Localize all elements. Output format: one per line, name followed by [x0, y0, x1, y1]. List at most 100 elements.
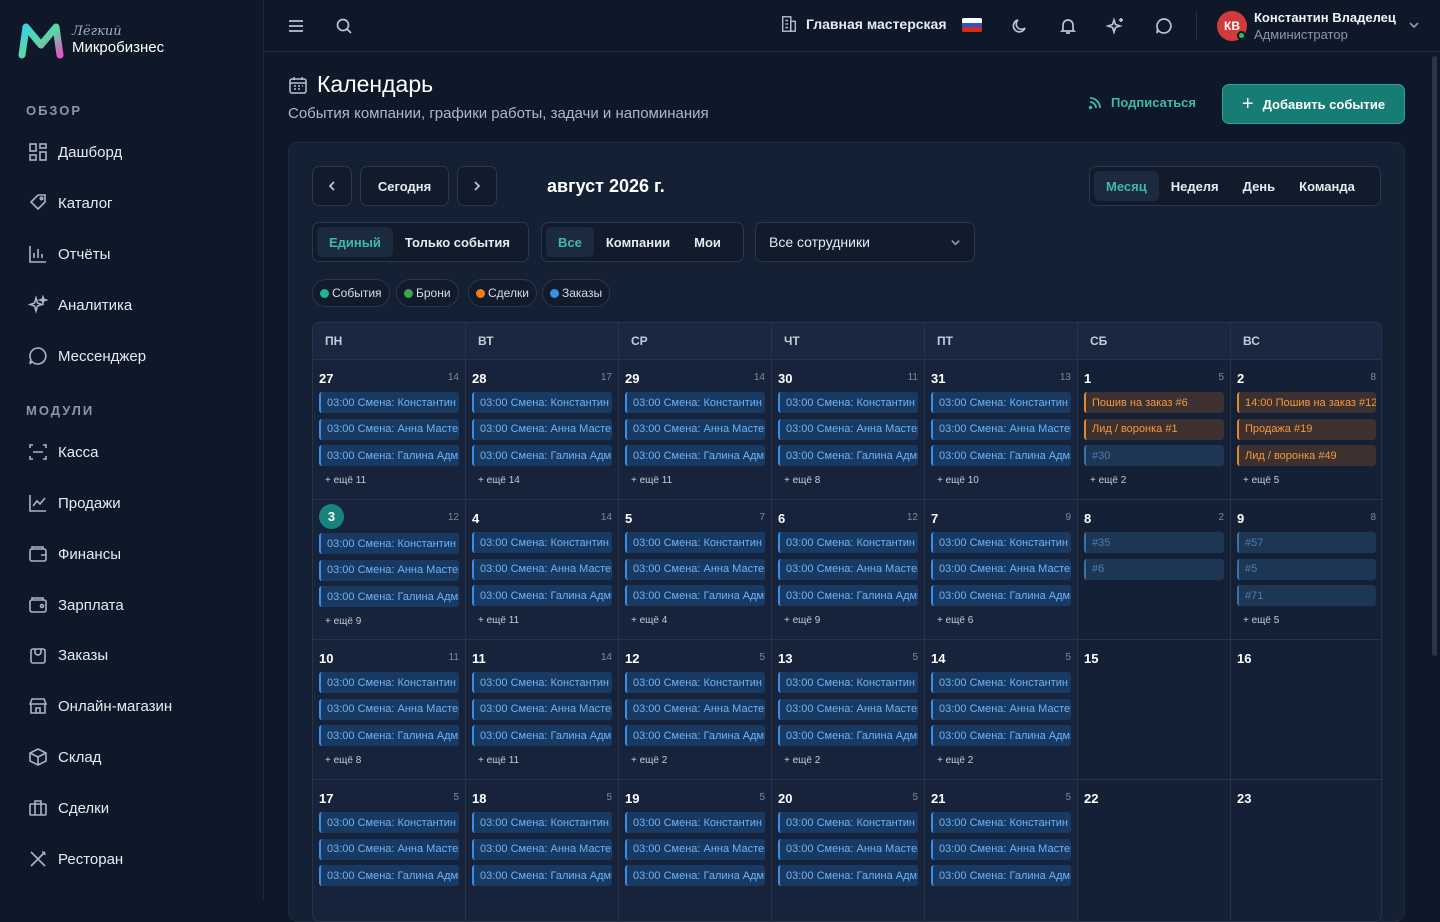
day-cell[interactable]: 10 11 03:00 Смена: Константин 03:00 Смена: …	[313, 640, 466, 780]
sidebar-item-salary[interactable]: Зарплата	[28, 590, 124, 620]
calendar-event[interactable]: 03:00 Смена: Галина Администратор	[931, 445, 1071, 466]
scope-all-tab[interactable]: Все	[546, 227, 594, 257]
add-event-button[interactable]: + Добавить событие	[1222, 84, 1405, 124]
calendar-event[interactable]: 03:00 Смена: Анна Мастер	[625, 838, 765, 860]
view-week-tab[interactable]: Неделя	[1159, 171, 1231, 201]
calendar-event[interactable]: 03:00 Смена: Константин	[931, 532, 1071, 553]
calendar-event[interactable]: Лид / воронка #49	[1237, 445, 1376, 466]
view-day-tab[interactable]: День	[1231, 171, 1288, 201]
day-cell[interactable]: 29 14 03:00 Смена: Константин 03:00 Смена: …	[619, 360, 772, 500]
calendar-event[interactable]: 03:00 Смена: Константин	[472, 812, 612, 833]
calendar-event[interactable]: 14:00 Пошив на заказ #12	[1237, 392, 1376, 413]
calendar-event[interactable]: 03:00 Смена: Галина Администратор	[625, 585, 765, 606]
day-cell[interactable]: 8 2 #35 #6	[1078, 500, 1231, 640]
sidebar-item-messenger[interactable]: Мессенджер	[28, 341, 146, 371]
calendar-event[interactable]: 03:00 Смена: Константин	[319, 392, 459, 413]
legend-chip[interactable]: Брони	[396, 279, 459, 307]
calendar-event[interactable]: 03:00 Смена: Анна Мастер	[472, 418, 612, 440]
calendar-event[interactable]: 03:00 Смена: Константин	[931, 672, 1071, 693]
calendar-event[interactable]: 03:00 Смена: Константин	[319, 672, 459, 693]
day-cell[interactable]: 30 11 03:00 Смена: Константин 03:00 Смена: …	[772, 360, 925, 500]
day-cell[interactable]: 7 9 03:00 Смена: Константин 03:00 Смена: Ан…	[925, 500, 1078, 640]
calendar-event[interactable]: 03:00 Смена: Анна Мастер	[319, 559, 459, 581]
show-more-link[interactable]: + ещё 2	[631, 755, 667, 766]
calendar-event[interactable]: 03:00 Смена: Константин	[778, 812, 918, 833]
show-more-link[interactable]: + ещё 9	[325, 616, 361, 627]
day-cell[interactable]: 28 17 03:00 Смена: Константин 03:00 Смена: …	[466, 360, 619, 500]
show-more-link[interactable]: + ещё 14	[478, 475, 520, 486]
user-name[interactable]: Константин Владелец	[1254, 10, 1396, 25]
bell-icon[interactable]	[1058, 16, 1078, 36]
legend-chip[interactable]: Сделки	[468, 279, 537, 307]
calendar-event[interactable]: 03:00 Смена: Константин	[625, 672, 765, 693]
day-cell[interactable]: 15	[1078, 640, 1231, 780]
calendar-event[interactable]: 03:00 Смена: Константин	[778, 392, 918, 413]
calendar-event[interactable]: 03:00 Смена: Галина Администратор	[319, 865, 459, 886]
calendar-event[interactable]: 03:00 Смена: Галина Администратор	[625, 445, 765, 466]
calendar-event[interactable]: 03:00 Смена: Константин	[778, 672, 918, 693]
mode-unified-tab[interactable]: Единый	[317, 227, 393, 257]
day-cell[interactable]: 3 12 03:00 Смена: Константин 03:00 Смена: А…	[313, 500, 466, 640]
show-more-link[interactable]: + ещё 2	[1090, 475, 1126, 486]
calendar-event[interactable]: #6	[1084, 558, 1224, 580]
day-cell[interactable]: 19 5 03:00 Смена: Константин 03:00 Смена: А…	[619, 780, 772, 921]
show-more-link[interactable]: + ещё 9	[784, 615, 820, 626]
sidebar-item-finance[interactable]: Финансы	[28, 539, 121, 569]
calendar-event[interactable]: #30	[1084, 445, 1224, 466]
calendar-event[interactable]: 03:00 Смена: Анна Мастер	[778, 558, 918, 580]
chat-icon[interactable]	[1154, 16, 1174, 36]
calendar-event[interactable]: 03:00 Смена: Константин	[778, 532, 918, 553]
day-cell[interactable]: 20 5 03:00 Смена: Константин 03:00 Смена: А…	[772, 780, 925, 921]
show-more-link[interactable]: + ещё 8	[325, 755, 361, 766]
legend-chip[interactable]: Заказы	[542, 279, 611, 307]
scope-company-tab[interactable]: Компании	[594, 227, 682, 257]
search-icon[interactable]	[334, 16, 354, 36]
day-cell[interactable]: 13 5 03:00 Смена: Константин 03:00 Смена: А…	[772, 640, 925, 780]
calendar-event[interactable]: 03:00 Смена: Константин	[472, 392, 612, 413]
day-cell[interactable]: 22	[1078, 780, 1231, 921]
calendar-event[interactable]: 03:00 Смена: Константин	[931, 392, 1071, 413]
calendar-event[interactable]: 03:00 Смена: Анна Мастер	[778, 838, 918, 860]
show-more-link[interactable]: + ещё 4	[631, 615, 667, 626]
show-more-link[interactable]: + ещё 2	[784, 755, 820, 766]
calendar-event[interactable]: 03:00 Смена: Константин	[319, 812, 459, 833]
calendar-event[interactable]: 03:00 Смена: Анна Мастер	[625, 418, 765, 440]
next-month-button[interactable]	[457, 166, 497, 206]
calendar-event[interactable]: #35	[1084, 532, 1224, 553]
workspace-selector[interactable]: Главная мастерская	[780, 15, 947, 33]
sidebar-item-analytics[interactable]: Аналитика	[28, 290, 132, 320]
day-cell[interactable]: 14 5 03:00 Смена: Константин 03:00 Смена: А…	[925, 640, 1078, 780]
day-cell[interactable]: 12 5 03:00 Смена: Константин 03:00 Смена: А…	[619, 640, 772, 780]
calendar-event[interactable]: 03:00 Смена: Анна Мастер	[625, 698, 765, 720]
sparkles-icon[interactable]	[1106, 16, 1126, 36]
show-more-link[interactable]: + ещё 5	[1243, 475, 1279, 486]
day-cell[interactable]: 16	[1231, 640, 1381, 780]
language-flag-icon[interactable]	[962, 18, 982, 32]
calendar-event[interactable]: 03:00 Смена: Константин	[625, 532, 765, 553]
sidebar-item-orders[interactable]: Заказы	[28, 640, 108, 670]
day-cell[interactable]: 2 8 14:00 Пошив на заказ #12 Продажа #19 Лид…	[1231, 360, 1381, 500]
legend-chip[interactable]: События	[312, 279, 390, 307]
calendar-event[interactable]: 03:00 Смена: Галина Администратор	[931, 585, 1071, 606]
show-more-link[interactable]: + ещё 6	[937, 615, 973, 626]
calendar-event[interactable]: #71	[1237, 585, 1376, 606]
employee-select[interactable]: Все сотрудники	[755, 222, 975, 262]
calendar-event[interactable]: 03:00 Смена: Анна Мастер	[319, 418, 459, 440]
show-more-link[interactable]: + ещё 5	[1243, 615, 1279, 626]
app-logo[interactable]: Лёгкий Микробизнес	[18, 20, 164, 60]
calendar-event[interactable]: 03:00 Смена: Анна Мастер	[319, 698, 459, 720]
calendar-event[interactable]: 03:00 Смена: Константин	[319, 533, 459, 554]
sidebar-item-online-store[interactable]: Онлайн-магазин	[28, 691, 172, 721]
calendar-event[interactable]: 03:00 Смена: Константин	[931, 812, 1071, 833]
sidebar-item-reports[interactable]: Отчёты	[28, 239, 110, 269]
show-more-link[interactable]: + ещё 2	[937, 755, 973, 766]
calendar-event[interactable]: 03:00 Смена: Анна Мастер	[931, 418, 1071, 440]
calendar-event[interactable]: Пошив на заказ #6	[1084, 392, 1224, 413]
sidebar-item-dashboard[interactable]: Дашборд	[28, 137, 122, 167]
calendar-event[interactable]: 03:00 Смена: Анна Мастер	[931, 838, 1071, 860]
calendar-event[interactable]: 03:00 Смена: Галина Администратор	[472, 445, 612, 466]
calendar-event[interactable]: Продажа #19	[1237, 418, 1376, 440]
calendar-event[interactable]: 03:00 Смена: Анна Мастер	[931, 698, 1071, 720]
calendar-event[interactable]: 03:00 Смена: Галина Администратор	[472, 865, 612, 886]
mode-events-only-tab[interactable]: Только события	[393, 227, 522, 257]
